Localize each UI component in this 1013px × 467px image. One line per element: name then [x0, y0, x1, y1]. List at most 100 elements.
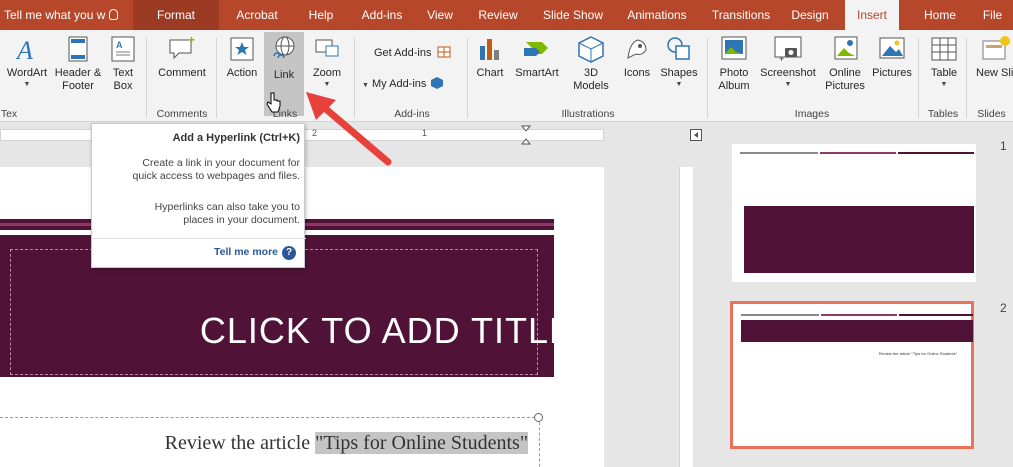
chart-label: Chart [476, 67, 504, 79]
tell-me-box[interactable]: Tell me what you w [0, 0, 128, 30]
slide-body-text[interactable]: Review the article "Tips for Online Stud… [165, 432, 528, 455]
lightbulb-icon [109, 9, 119, 20]
wordart-label: WordArt [6, 67, 48, 79]
indent-marker-icon[interactable] [521, 125, 531, 145]
text-box-label: Text Box [112, 67, 134, 92]
tab-animations[interactable]: Animations [617, 0, 697, 30]
tooltip-desc-line: quick access to webpages and files. [132, 170, 300, 182]
vertical-ruler [679, 167, 693, 467]
action-label: Action [226, 67, 258, 79]
divider [918, 38, 919, 118]
insert-ribbon: New Slide Table ▼ Pictures Online Pictur… [0, 30, 1013, 122]
screenshot-icon: + [774, 36, 802, 64]
action-button[interactable]: Action [222, 34, 262, 80]
group-label-illustrations: Illustrations [561, 108, 615, 120]
zoom-button[interactable]: Zoom ▼ [306, 34, 348, 89]
group-label-comments: Comments [156, 108, 208, 120]
tab-review[interactable]: Review [469, 0, 527, 30]
thumbnail-body-text: Review the article "Tips for Online Stud… [878, 351, 957, 356]
link-globe-icon [273, 36, 295, 59]
link-label: Link [273, 69, 295, 81]
highlighted-article-title[interactable]: "Tips for Online Students" [315, 432, 528, 454]
header-footer-button[interactable]: Header & Footer [54, 34, 102, 93]
svg-text:+: + [779, 54, 784, 64]
svg-text:A: A [15, 36, 33, 64]
table-button[interactable]: Table ▼ [925, 34, 963, 89]
tab-home[interactable]: Home [912, 0, 968, 30]
online-pictures-button[interactable]: Online Pictures [822, 34, 868, 93]
screenshot-button[interactable]: + Screenshot ▼ [758, 34, 818, 89]
online-pictures-icon [834, 36, 858, 60]
shapes-button[interactable]: Shapes ▼ [659, 34, 699, 89]
divider [966, 38, 967, 118]
red-arrow-annotation [306, 92, 392, 166]
screenshot-label: Screenshot [760, 67, 816, 79]
comment-icon: + [169, 34, 195, 60]
smartart-label: SmartArt [515, 67, 559, 79]
tab-help[interactable]: Help [295, 0, 347, 30]
tab-design[interactable]: Design [780, 0, 840, 30]
divider [467, 38, 468, 118]
tab-transitions[interactable]: Transitions [703, 0, 779, 30]
add-in-cube-icon [431, 77, 444, 89]
chevron-down-icon: ▼ [675, 81, 683, 88]
photo-album-label: Photo Album [718, 67, 750, 92]
photo-album-button[interactable]: Photo Album [712, 34, 756, 93]
chevron-down-icon: ▼ [23, 81, 31, 88]
new-slide-icon [982, 36, 1010, 60]
text-box-icon: A [111, 36, 135, 62]
table-label: Table [930, 67, 958, 79]
group-label-tables: Tables [927, 108, 959, 120]
powerpoint-window: File Home Insert Design Transitions Anim… [0, 0, 1013, 467]
zoom-icon [315, 39, 339, 57]
tab-format[interactable]: Format [133, 0, 219, 30]
slide-title[interactable]: CLICK TO ADD TITLE [200, 310, 574, 352]
text-box-button[interactable]: A Text Box [104, 34, 142, 93]
3d-models-button[interactable]: 3D Models [568, 34, 614, 93]
slide-number: 1 [1000, 139, 1007, 153]
group-label-images: Images [794, 108, 830, 120]
chart-button[interactable]: Chart [472, 34, 508, 80]
table-icon [931, 37, 957, 61]
tab-file[interactable]: File [972, 0, 1013, 30]
tooltip-desc-line: Hyperlinks can also take you to [154, 201, 300, 213]
pictures-button[interactable]: Pictures [870, 34, 914, 80]
divider [707, 38, 708, 118]
help-icon: ? [282, 246, 296, 260]
comment-button[interactable]: + Comment [152, 34, 212, 80]
store-icon [437, 46, 451, 58]
new-slide-button[interactable]: New Slide [976, 34, 1013, 80]
tell-me-text: Tell me what you w [4, 8, 106, 22]
slide-thumbnail-1[interactable] [732, 144, 976, 282]
cube-icon [578, 36, 604, 63]
shapes-icon [667, 37, 690, 60]
zoom-label: Zoom [312, 67, 342, 79]
icons-button[interactable]: Icons [619, 34, 655, 80]
tab-insert[interactable]: Insert [845, 0, 899, 30]
tab-view[interactable]: View [417, 0, 463, 30]
icons-icon [627, 39, 647, 59]
wordart-button[interactable]: A WordArt ▼ [4, 34, 50, 89]
shapes-label: Shapes [660, 67, 698, 79]
tooltip-title: Add a Hyperlink (Ctrl+K) [172, 132, 300, 144]
chevron-down-icon: ▼ [784, 81, 792, 88]
get-add-ins-button[interactable]: Get Add-ins [374, 46, 451, 59]
link-tooltip: Add a Hyperlink (Ctrl+K) Create a link i… [91, 123, 306, 268]
resize-handle[interactable] [534, 413, 543, 422]
tab-add-ins[interactable]: Add-ins [352, 0, 412, 30]
chevron-down-icon: ▼ [940, 81, 948, 88]
tell-me-more-label: Tell me more [214, 246, 278, 258]
tell-me-more-link[interactable]: Tell me more? [214, 246, 296, 260]
hand-cursor-icon [266, 92, 281, 113]
online-pictures-label: Online Pictures [825, 67, 865, 92]
slide-number: 2 [1000, 301, 1007, 315]
slide-thumbnail-2-selected[interactable]: Review the article "Tips for Online Stud… [730, 301, 974, 449]
tab-acrobat[interactable]: Acrobat [224, 0, 290, 30]
svg-text:A: A [116, 40, 123, 50]
collapse-pane-icon[interactable] [690, 129, 702, 141]
tab-slide-show[interactable]: Slide Show [535, 0, 611, 30]
icons-label: Icons [623, 67, 651, 79]
smartart-button[interactable]: SmartArt [510, 34, 564, 80]
bar-chart-icon [480, 39, 499, 60]
wordart-icon: A [15, 36, 33, 64]
